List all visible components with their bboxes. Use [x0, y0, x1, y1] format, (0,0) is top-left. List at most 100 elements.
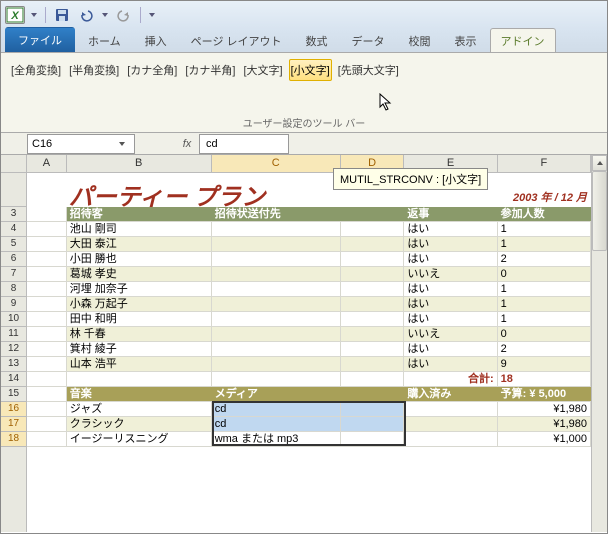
- cell[interactable]: [404, 432, 497, 447]
- cell[interactable]: [212, 342, 341, 357]
- cell[interactable]: はい: [404, 312, 497, 327]
- cell[interactable]: 参加人数: [498, 207, 591, 222]
- cell[interactable]: [27, 432, 67, 447]
- toolbar-button[interactable]: [大文字]: [242, 59, 285, 81]
- cell[interactable]: 葛城 孝史: [67, 267, 212, 282]
- cell[interactable]: 招待状送付先: [212, 207, 341, 222]
- cell[interactable]: はい: [404, 297, 497, 312]
- cell[interactable]: 合計:: [404, 372, 497, 387]
- app-menu-dropdown-icon[interactable]: [29, 10, 39, 20]
- cell[interactable]: [341, 312, 405, 327]
- cell[interactable]: はい: [404, 252, 497, 267]
- cell[interactable]: はい: [404, 357, 497, 372]
- cell[interactable]: いいえ: [404, 267, 497, 282]
- row-header[interactable]: 3: [1, 207, 26, 222]
- cell[interactable]: [212, 372, 341, 387]
- tab-review[interactable]: 校閲: [398, 28, 442, 52]
- cell[interactable]: 0: [498, 267, 591, 282]
- cell[interactable]: [341, 357, 405, 372]
- cell[interactable]: ¥1,000: [498, 432, 591, 447]
- qat-customize-dropdown-icon[interactable]: [147, 10, 157, 20]
- cell[interactable]: cd: [212, 402, 341, 417]
- cell[interactable]: [27, 312, 67, 327]
- cell[interactable]: 田中 和明: [67, 312, 212, 327]
- column-header[interactable]: A: [27, 155, 67, 172]
- cell[interactable]: [341, 387, 405, 402]
- cell[interactable]: 2: [498, 342, 591, 357]
- redo-button[interactable]: [114, 5, 134, 25]
- row-header[interactable]: 4: [1, 222, 26, 237]
- tab-formulas[interactable]: 数式: [295, 28, 339, 52]
- row-header[interactable]: 11: [1, 327, 26, 342]
- cell[interactable]: [27, 207, 67, 222]
- vertical-scrollbar[interactable]: [591, 155, 607, 532]
- cell[interactable]: [27, 252, 67, 267]
- cell[interactable]: 18: [498, 372, 591, 387]
- cell[interactable]: ジャズ: [67, 402, 212, 417]
- cell[interactable]: 音楽: [67, 387, 212, 402]
- cell[interactable]: 河埋 加奈子: [67, 282, 212, 297]
- cell[interactable]: [212, 297, 341, 312]
- cell[interactable]: [212, 327, 341, 342]
- cell[interactable]: 1: [498, 282, 591, 297]
- row-header[interactable]: 9: [1, 297, 26, 312]
- cell[interactable]: [27, 387, 67, 402]
- row-header[interactable]: [1, 173, 26, 207]
- cell[interactable]: [212, 267, 341, 282]
- toolbar-button[interactable]: [先頭大文字]: [336, 59, 401, 81]
- cell[interactable]: 招待客: [67, 207, 212, 222]
- cell[interactable]: 2: [498, 252, 591, 267]
- tab-insert[interactable]: 挿入: [134, 28, 178, 52]
- cell[interactable]: cd: [212, 417, 341, 432]
- cell[interactable]: [404, 417, 497, 432]
- cell[interactable]: [27, 402, 67, 417]
- cell[interactable]: [341, 327, 405, 342]
- cell[interactable]: 小森 万起子: [67, 297, 212, 312]
- cell[interactable]: 池山 剛司: [67, 222, 212, 237]
- formula-input[interactable]: cd: [199, 134, 289, 154]
- cell[interactable]: [341, 222, 405, 237]
- cell[interactable]: 箕村 綾子: [67, 342, 212, 357]
- scroll-thumb[interactable]: [592, 171, 607, 251]
- cell[interactable]: [341, 267, 405, 282]
- cell[interactable]: [212, 357, 341, 372]
- cell[interactable]: [27, 342, 67, 357]
- toolbar-button[interactable]: [カナ全角]: [125, 59, 179, 81]
- column-header[interactable]: B: [67, 155, 212, 172]
- cell[interactable]: 予算: ¥ 5,000: [498, 387, 591, 402]
- cell[interactable]: [341, 297, 405, 312]
- cell[interactable]: 返事: [404, 207, 497, 222]
- row-header[interactable]: 18: [1, 432, 26, 447]
- row-header[interactable]: 5: [1, 237, 26, 252]
- cell[interactable]: ¥1,980: [498, 402, 591, 417]
- cell[interactable]: [212, 312, 341, 327]
- row-header[interactable]: 10: [1, 312, 26, 327]
- cell[interactable]: [27, 267, 67, 282]
- cell[interactable]: 1: [498, 297, 591, 312]
- cell[interactable]: [212, 282, 341, 297]
- cell[interactable]: wma または mp3: [212, 432, 341, 447]
- cell[interactable]: [27, 237, 67, 252]
- tab-file[interactable]: ファイル: [5, 27, 75, 52]
- cell[interactable]: メディア: [212, 387, 341, 402]
- row-header[interactable]: 13: [1, 357, 26, 372]
- row-header[interactable]: 12: [1, 342, 26, 357]
- cell[interactable]: 山本 浩平: [67, 357, 212, 372]
- cell[interactable]: いいえ: [404, 327, 497, 342]
- cell[interactable]: [27, 297, 67, 312]
- column-header[interactable]: C: [212, 155, 341, 172]
- cell[interactable]: [212, 222, 341, 237]
- cell[interactable]: [341, 432, 405, 447]
- cell[interactable]: 大田 泰江: [67, 237, 212, 252]
- tab-page-layout[interactable]: ページ レイアウト: [180, 28, 293, 52]
- tab-view[interactable]: 表示: [444, 28, 488, 52]
- row-header[interactable]: 14: [1, 372, 26, 387]
- cell[interactable]: 9: [498, 357, 591, 372]
- tab-home[interactable]: ホーム: [77, 28, 132, 52]
- row-header[interactable]: 17: [1, 417, 26, 432]
- cell[interactable]: はい: [404, 342, 497, 357]
- cell[interactable]: [212, 237, 341, 252]
- excel-app-icon[interactable]: X: [5, 6, 25, 24]
- cell[interactable]: [341, 372, 405, 387]
- cell[interactable]: [341, 282, 405, 297]
